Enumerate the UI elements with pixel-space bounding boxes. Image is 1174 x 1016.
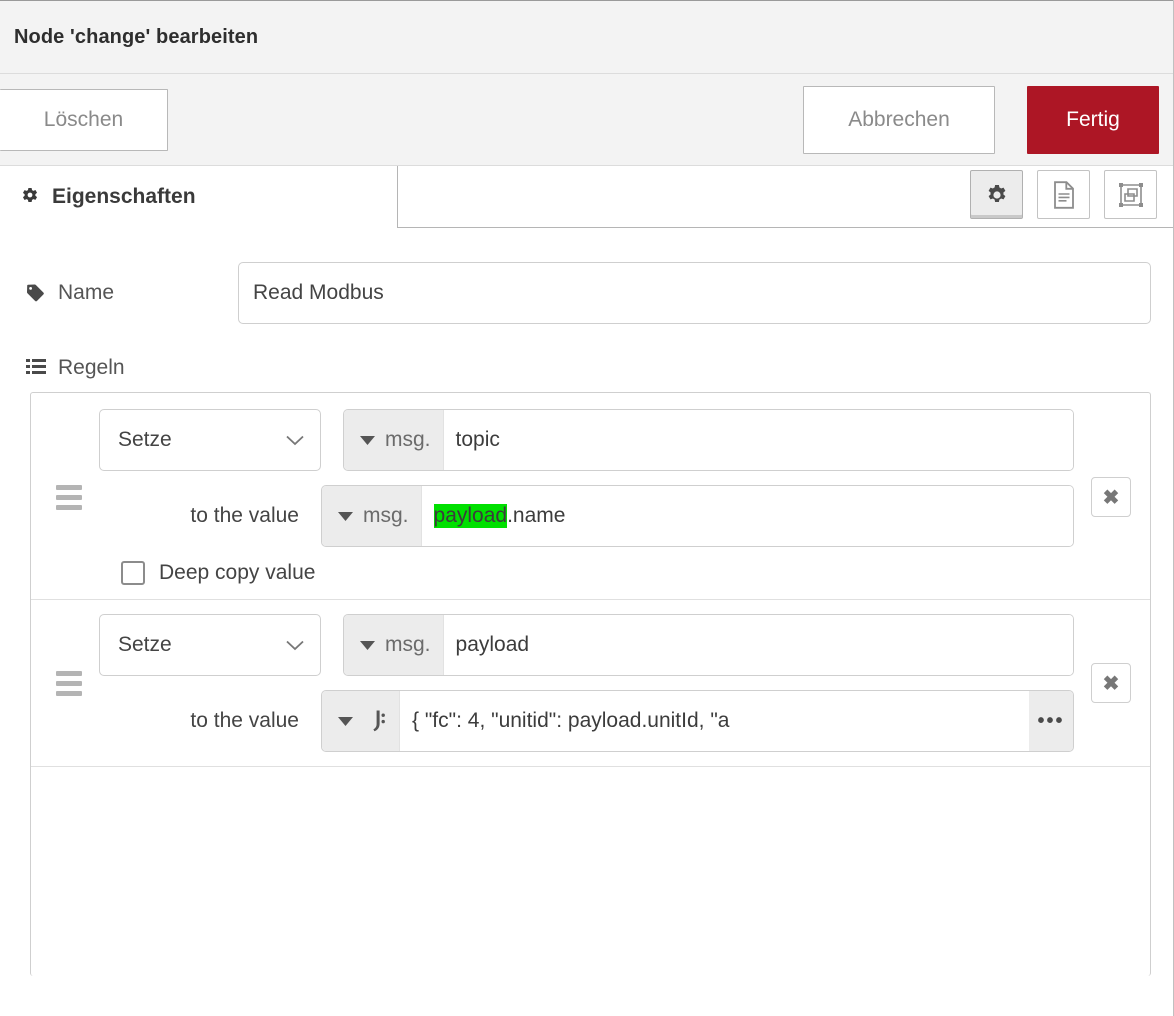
rule-delete-button[interactable]: ✖: [1091, 477, 1131, 517]
editor-tab-icon-group: [970, 170, 1157, 219]
rule-delete-button[interactable]: ✖: [1091, 663, 1131, 703]
delete-button[interactable]: Löschen: [0, 88, 168, 151]
rule-target-type-select[interactable]: msg.: [344, 615, 444, 675]
dialog-titlebar: Node 'change' bearbeiten: [0, 0, 1173, 74]
caret-down-icon: [360, 640, 375, 650]
rule-target-typedinput[interactable]: msg. payload: [343, 614, 1074, 676]
name-label: Name: [26, 281, 238, 305]
rule-row: Setze: [31, 395, 1150, 599]
name-input[interactable]: [238, 262, 1151, 324]
tab-label: Eigenschaften: [52, 185, 196, 208]
drag-bar: [56, 690, 82, 696]
rule-value-typedinput[interactable]: { "fc": 4, "unitid": payload.unitId, "a …: [321, 690, 1074, 752]
rule-body: Setze: [99, 614, 1074, 752]
chevron-down-icon: [286, 640, 304, 651]
properties-icon-button[interactable]: [970, 170, 1023, 219]
caret-down-icon: [338, 716, 353, 726]
rule-target-type-label: msg.: [385, 428, 431, 451]
tag-icon: [26, 283, 46, 303]
rule-value-label: to the value: [190, 709, 299, 732]
rule-action-label: Setze: [118, 633, 172, 656]
rule-target-type-label: msg.: [385, 633, 431, 656]
caret-down-icon: [338, 511, 353, 521]
caret-down-icon: [360, 435, 375, 445]
cancel-button[interactable]: Abbrechen: [803, 85, 995, 154]
rules-section-header: Regeln: [0, 356, 1173, 380]
rules-container: Setze msg. topic to the value msg. paylo…: [30, 392, 1151, 976]
rule-action-select[interactable]: Setze: [99, 614, 321, 676]
rule-target-line: Setze: [99, 409, 1074, 471]
name-row: Name: [0, 262, 1173, 324]
rule-value-label: to the value: [190, 504, 299, 527]
rule-value-suffix: .name: [507, 504, 566, 527]
rule-delete-wrap: ✖: [1074, 663, 1150, 703]
description-icon-button[interactable]: [1037, 170, 1090, 219]
chevron-down-icon: [286, 435, 304, 446]
properties-panel: Name Regeln: [0, 228, 1173, 976]
gear-icon: [20, 187, 40, 207]
drag-bar: [56, 484, 82, 490]
deep-copy-row: Deep copy value: [99, 561, 1074, 585]
name-label-text: Name: [58, 281, 115, 304]
rule-target-value[interactable]: payload: [443, 615, 1073, 675]
rule-action-label: Setze: [118, 428, 172, 451]
drag-bar: [56, 680, 82, 686]
dialog-button-bar: Löschen Abbrechen Fertig: [0, 74, 1173, 166]
editor-tabs: Eigenschaften: [0, 166, 1173, 228]
rule-value-line: to the value msg. payload .name: [99, 485, 1074, 547]
appearance-icon: [1118, 182, 1144, 208]
rule-drag-handle[interactable]: [31, 484, 99, 510]
tab-eigenschaften[interactable]: Eigenschaften: [0, 166, 398, 228]
dialog-actions: Abbrechen Fertig: [803, 85, 1159, 154]
rule-value-highlight: payload: [433, 504, 508, 528]
drag-bar: [56, 504, 82, 510]
done-button[interactable]: Fertig: [1027, 85, 1159, 154]
rule-value-text[interactable]: { "fc": 4, "unitid": payload.unitId, "a: [400, 691, 1029, 751]
rule-target-value[interactable]: topic: [443, 410, 1073, 470]
rules-empty-area: [31, 766, 1150, 917]
deep-copy-label: Deep copy value: [159, 561, 316, 584]
rule-target-type-select[interactable]: msg.: [344, 410, 444, 470]
rule-value-text[interactable]: payload .name: [421, 486, 1073, 546]
edit-node-dialog: Node 'change' bearbeiten Löschen Abbrech…: [0, 0, 1174, 1016]
description-icon: [1052, 180, 1076, 209]
gear-icon: [985, 183, 1009, 207]
appearance-icon-button[interactable]: [1104, 170, 1157, 219]
rule-value-line: to the value {"fc": 4, "unitid": payloa…: [99, 690, 1074, 752]
rule-value-typedinput[interactable]: msg. payload .name: [321, 485, 1074, 547]
expand-editor-button[interactable]: •••: [1029, 691, 1073, 751]
rule-target-line: Setze: [99, 614, 1074, 676]
rule-drag-handle[interactable]: [31, 670, 99, 696]
rules-label: Regeln: [58, 356, 125, 379]
rule-value-type-select[interactable]: [322, 691, 400, 751]
rule-value-type-select[interactable]: msg.: [322, 486, 422, 546]
rule-value-type-label: msg.: [363, 504, 409, 527]
drag-bar: [56, 494, 82, 500]
deep-copy-checkbox[interactable]: [121, 561, 145, 585]
rule-row: Setze: [31, 599, 1150, 766]
json-icon: [363, 708, 387, 734]
rule-action-select[interactable]: Setze: [99, 409, 321, 471]
drag-bar: [56, 670, 82, 676]
rule-target-typedinput[interactable]: msg. topic: [343, 409, 1074, 471]
dialog-title: Node 'change' bearbeiten: [14, 25, 259, 48]
rule-body: Setze: [99, 409, 1074, 585]
rule-delete-wrap: ✖: [1074, 477, 1150, 517]
list-icon: [26, 358, 46, 378]
